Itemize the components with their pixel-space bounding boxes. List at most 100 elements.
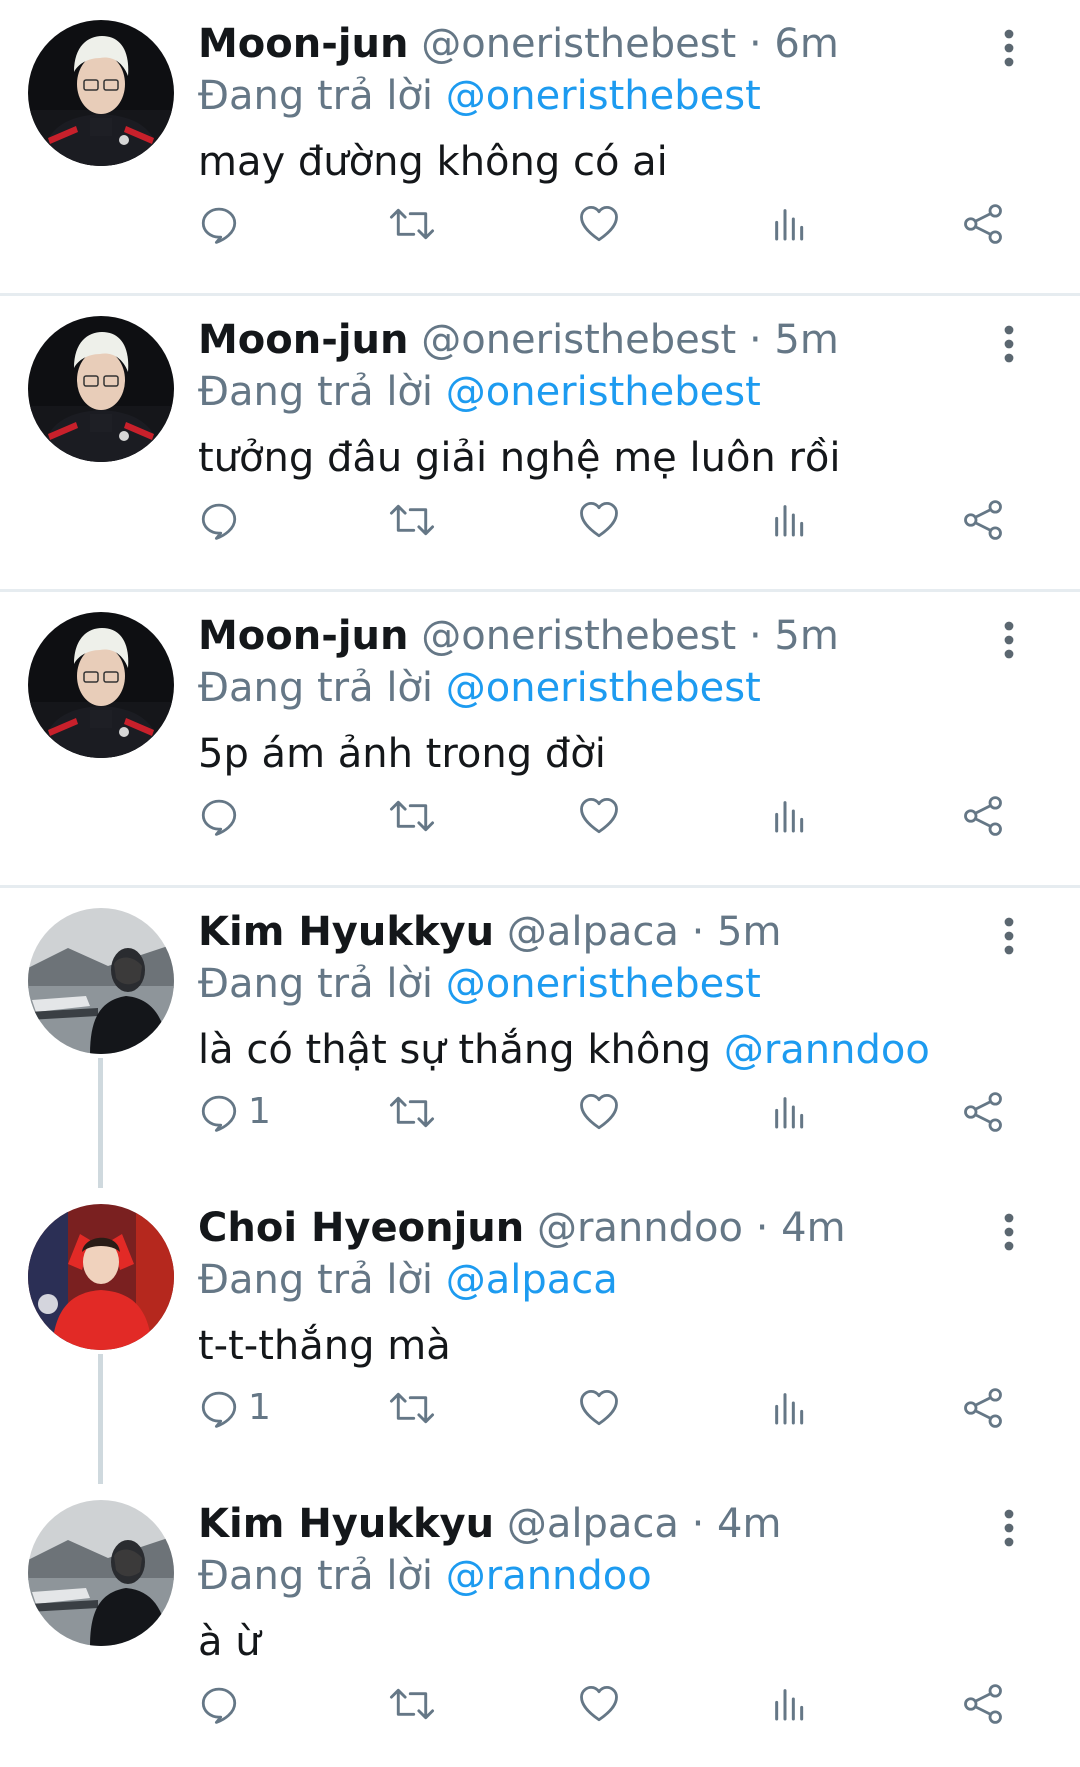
replying-to-label: Đang trả lời	[198, 73, 434, 119]
display-name[interactable]: Choi Hyeonjun	[198, 1205, 524, 1251]
retweet-icon	[388, 795, 436, 837]
more-options-button[interactable]	[998, 1212, 1020, 1252]
bar-chart-icon	[770, 1684, 810, 1724]
replying-to-handle[interactable]: @oneristhebest	[446, 961, 761, 1007]
reply-button[interactable]: 1	[198, 1084, 271, 1140]
views-button[interactable]	[770, 196, 810, 252]
replying-to-handle[interactable]: @oneristhebest	[446, 665, 761, 711]
retweet-button[interactable]	[388, 1380, 436, 1436]
heart-icon	[578, 203, 620, 245]
reply-button[interactable]: 1	[198, 1380, 271, 1436]
views-button[interactable]	[770, 1084, 810, 1140]
mention-link[interactable]: @ranndoo	[724, 1027, 930, 1073]
tweet-header: Choi Hyeonjun @ranndoo · 4m	[198, 1202, 990, 1254]
share-button[interactable]	[962, 788, 1004, 844]
display-name[interactable]: Kim Hyukkyu	[198, 1501, 494, 1547]
like-button[interactable]	[578, 1084, 620, 1140]
replying-to-handle[interactable]: @ranndoo	[446, 1553, 652, 1599]
tweet[interactable]: Moon-jun @oneristhebest · 5m Đang trả lờ…	[0, 296, 1080, 592]
like-button[interactable]	[578, 492, 620, 548]
tweet-text-body: t-t-thắng mà	[198, 1323, 451, 1369]
tweet[interactable]: Kim Hyukkyu @alpaca · 4m Đang trả lời @r…	[0, 1480, 1080, 1767]
tweet[interactable]: Moon-jun @oneristhebest · 6m Đang trả lờ…	[0, 0, 1080, 296]
bar-chart-icon	[770, 204, 810, 244]
avatar[interactable]	[28, 316, 174, 462]
user-handle[interactable]: @alpaca	[507, 1501, 679, 1547]
tweet-content: Choi Hyeonjun @ranndoo · 4m Đang trả lời…	[198, 1202, 990, 1372]
header-separator: ·	[748, 613, 762, 659]
display-name[interactable]: Moon-jun	[198, 21, 409, 67]
avatar-photo	[28, 1500, 174, 1646]
user-handle[interactable]: @oneristhebest	[421, 21, 736, 67]
share-icon	[962, 1683, 1004, 1725]
avatar[interactable]	[28, 612, 174, 758]
like-button[interactable]	[578, 1380, 620, 1436]
tweet-header: Moon-jun @oneristhebest · 6m	[198, 18, 990, 70]
timestamp[interactable]: 6m	[774, 21, 838, 67]
more-options-button[interactable]	[998, 620, 1020, 660]
tweet-header: Kim Hyukkyu @alpaca · 5m	[198, 906, 990, 958]
like-button[interactable]	[578, 1676, 620, 1732]
reply-count: 1	[248, 1091, 271, 1132]
replying-to: Đang trả lời @oneristhebest	[198, 958, 990, 1010]
retweet-button[interactable]	[388, 1084, 436, 1140]
reply-button[interactable]	[198, 196, 248, 252]
tweet[interactable]: Choi Hyeonjun @ranndoo · 4m Đang trả lời…	[0, 1184, 1080, 1484]
avatar[interactable]	[28, 20, 174, 166]
avatar-photo	[28, 908, 174, 1054]
timestamp[interactable]: 5m	[717, 909, 781, 955]
tweet[interactable]: Kim Hyukkyu @alpaca · 5m Đang trả lời @o…	[0, 888, 1080, 1188]
retweet-icon	[388, 203, 436, 245]
views-button[interactable]	[770, 1676, 810, 1732]
timestamp[interactable]: 5m	[774, 317, 838, 363]
tweet-text: à ừ	[198, 1616, 990, 1668]
reply-button[interactable]	[198, 1676, 248, 1732]
tweet[interactable]: Moon-jun @oneristhebest · 5m Đang trả lờ…	[0, 592, 1080, 888]
views-button[interactable]	[770, 1380, 810, 1436]
share-button[interactable]	[962, 492, 1004, 548]
retweet-button[interactable]	[388, 492, 436, 548]
timestamp[interactable]: 4m	[781, 1205, 845, 1251]
timestamp[interactable]: 4m	[717, 1501, 781, 1547]
display-name[interactable]: Kim Hyukkyu	[198, 909, 494, 955]
more-options-button[interactable]	[998, 324, 1020, 364]
retweet-button[interactable]	[388, 788, 436, 844]
tweet-content: Moon-jun @oneristhebest · 5m Đang trả lờ…	[198, 314, 990, 484]
replying-to-label: Đang trả lời	[198, 961, 434, 1007]
user-handle[interactable]: @ranndoo	[537, 1205, 743, 1251]
replying-to-handle[interactable]: @oneristhebest	[446, 73, 761, 119]
more-options-button[interactable]	[998, 28, 1020, 68]
avatar[interactable]	[28, 908, 174, 1054]
share-button[interactable]	[962, 1380, 1004, 1436]
tweet-actions	[198, 492, 1018, 548]
share-button[interactable]	[962, 196, 1004, 252]
avatar[interactable]	[28, 1500, 174, 1646]
replying-to-handle[interactable]: @oneristhebest	[446, 369, 761, 415]
more-options-button[interactable]	[998, 916, 1020, 956]
replying-to-handle[interactable]: @alpaca	[446, 1257, 618, 1303]
like-button[interactable]	[578, 196, 620, 252]
replying-to: Đang trả lời @oneristhebest	[198, 70, 990, 122]
tweet-header: Moon-jun @oneristhebest · 5m	[198, 314, 990, 366]
share-icon	[962, 1387, 1004, 1429]
display-name[interactable]: Moon-jun	[198, 317, 409, 363]
tweet-text: tưởng đâu giải nghệ mẹ luôn rồi	[198, 432, 990, 484]
like-button[interactable]	[578, 788, 620, 844]
retweet-button[interactable]	[388, 196, 436, 252]
views-button[interactable]	[770, 788, 810, 844]
views-button[interactable]	[770, 492, 810, 548]
more-options-button[interactable]	[998, 1508, 1020, 1548]
user-handle[interactable]: @oneristhebest	[421, 317, 736, 363]
timestamp[interactable]: 5m	[774, 613, 838, 659]
share-button[interactable]	[962, 1084, 1004, 1140]
replying-to-label: Đang trả lời	[198, 369, 434, 415]
bar-chart-icon	[770, 1388, 810, 1428]
display-name[interactable]: Moon-jun	[198, 613, 409, 659]
reply-button[interactable]	[198, 788, 248, 844]
avatar[interactable]	[28, 1204, 174, 1350]
share-button[interactable]	[962, 1676, 1004, 1732]
retweet-button[interactable]	[388, 1676, 436, 1732]
reply-button[interactable]	[198, 492, 248, 548]
user-handle[interactable]: @alpaca	[507, 909, 679, 955]
user-handle[interactable]: @oneristhebest	[421, 613, 736, 659]
